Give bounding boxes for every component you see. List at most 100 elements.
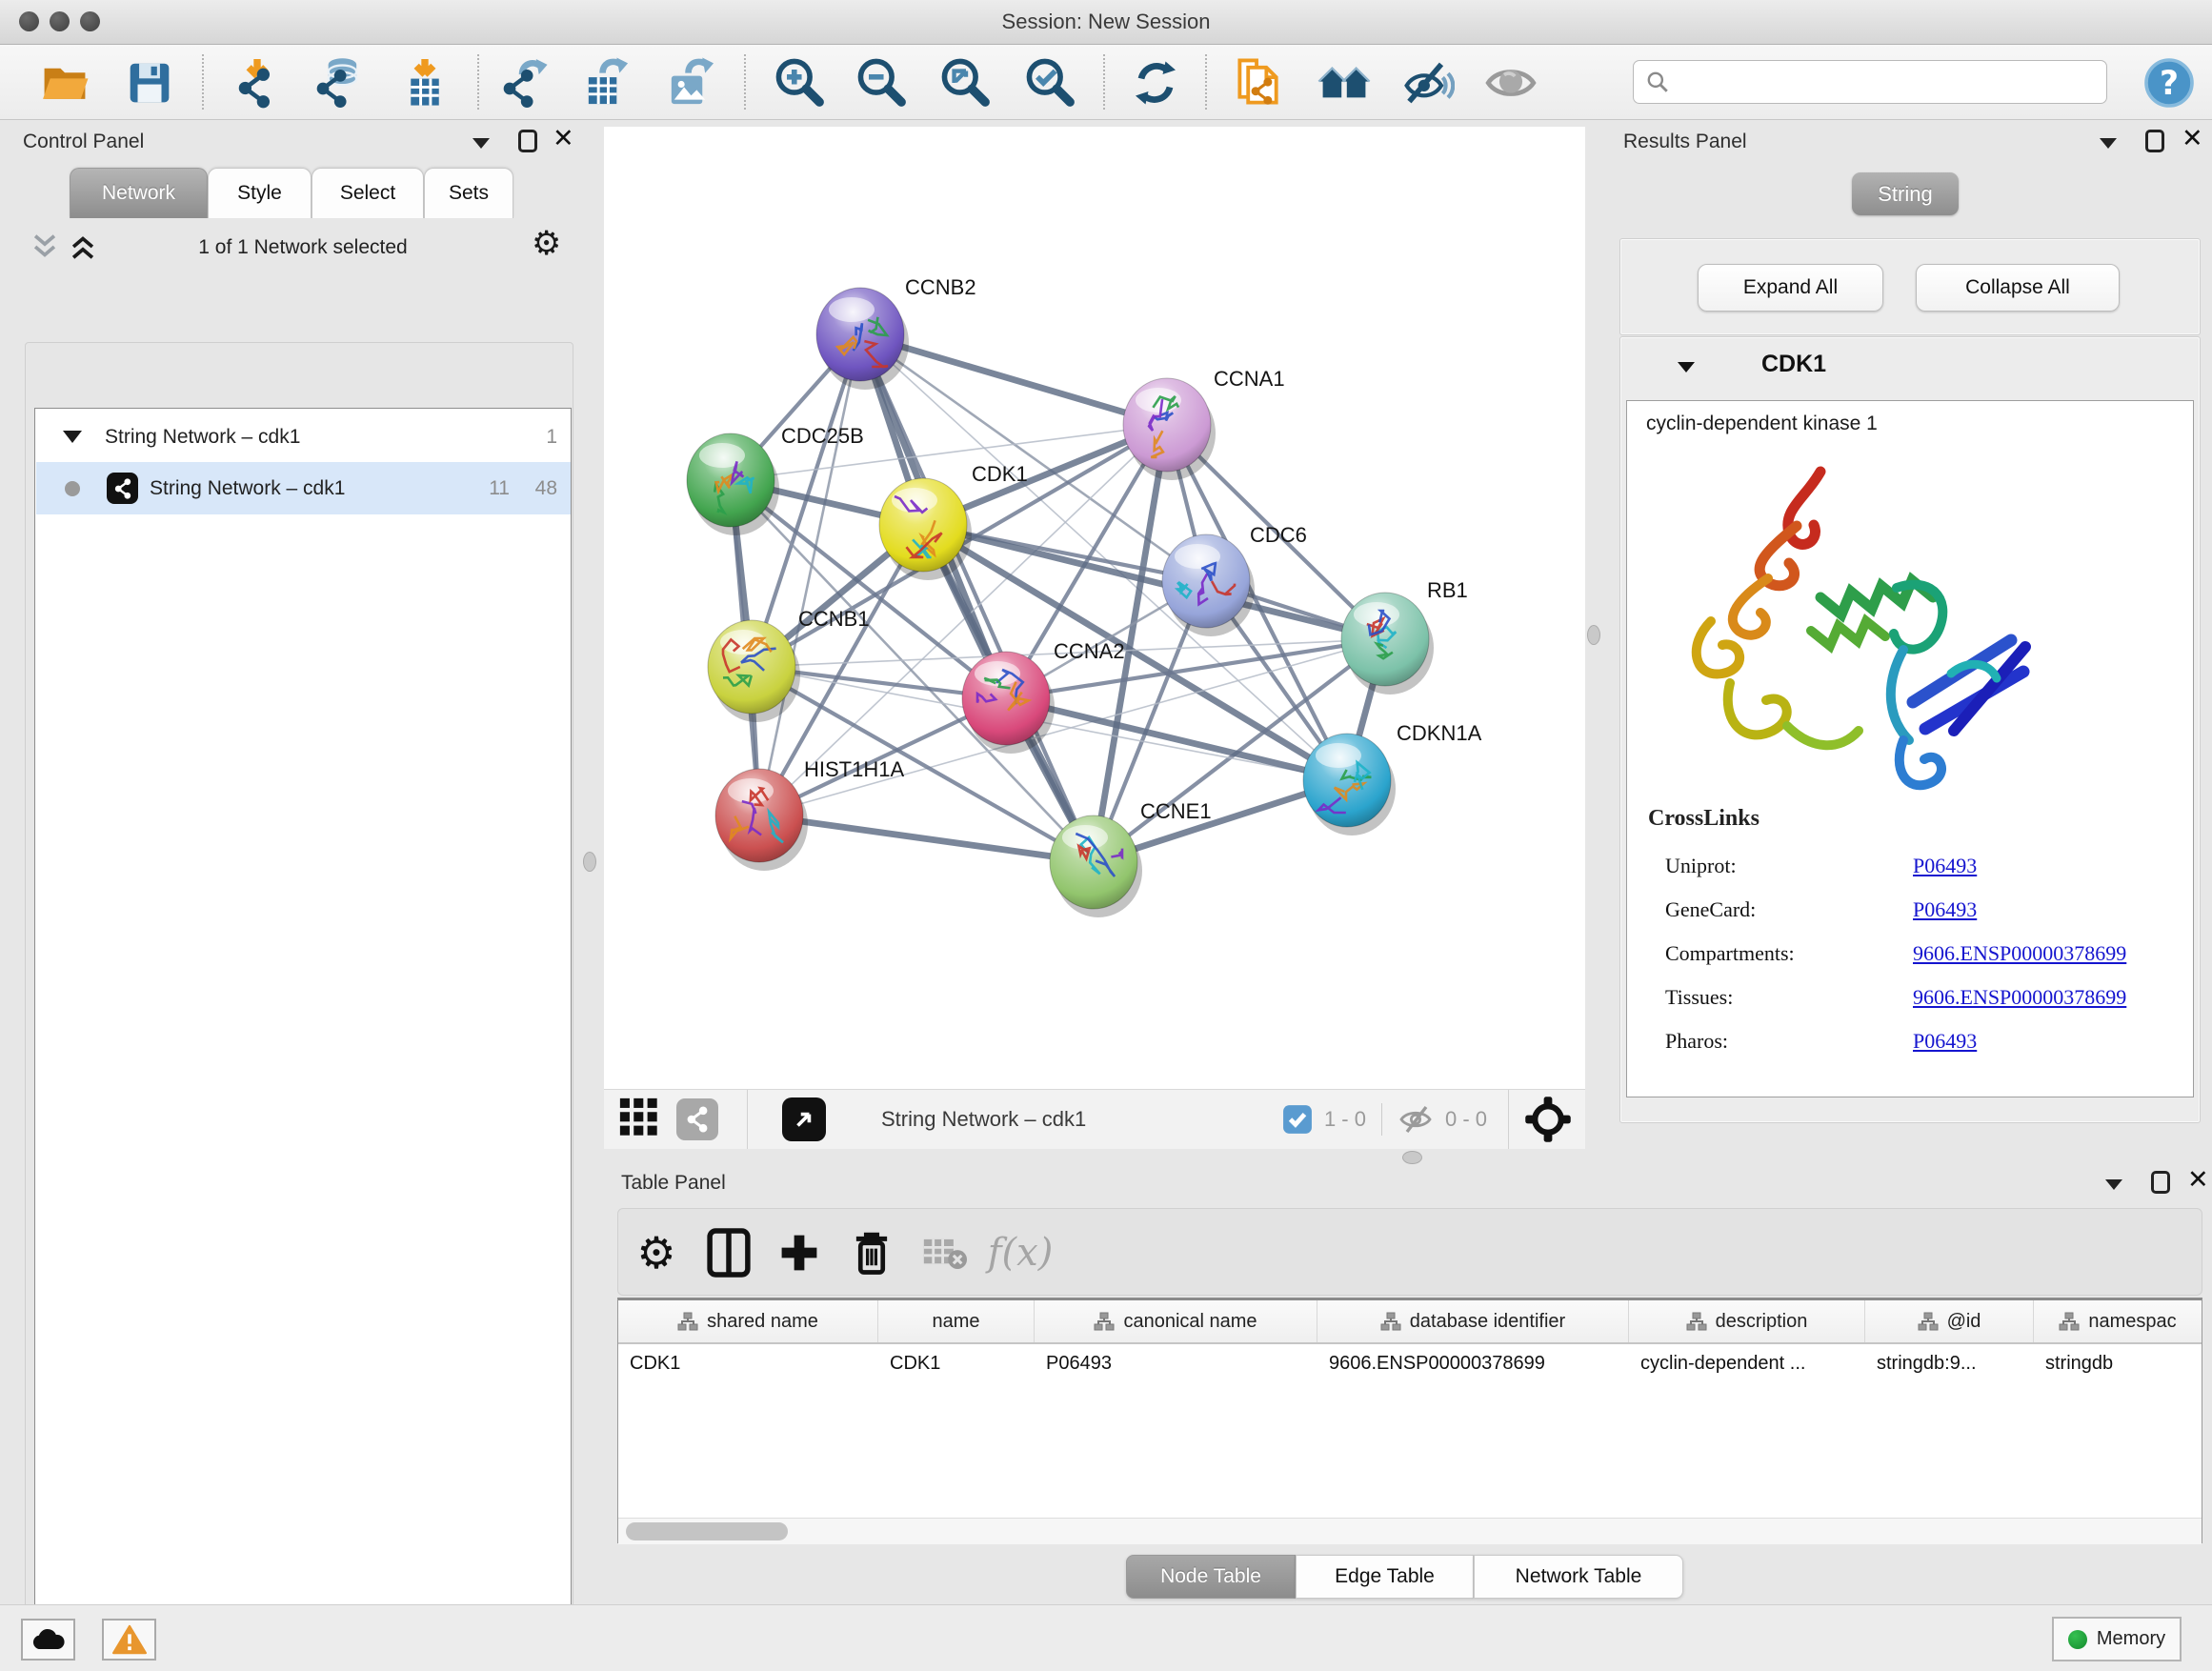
- warning-button[interactable]: [102, 1619, 156, 1661]
- pharos-link[interactable]: P06493: [1913, 1029, 1977, 1054]
- table-panel-close-icon[interactable]: ✕: [2187, 1169, 2209, 1192]
- shared-column-icon: [2059, 1311, 2080, 1332]
- birds-eye-view-icon[interactable]: [1524, 1096, 1572, 1143]
- collection-expand-icon[interactable]: [63, 431, 82, 443]
- table-horizontal-scrollbar[interactable]: [618, 1518, 2202, 1544]
- node-CDC25B[interactable]: [687, 433, 779, 535]
- collapse-all-button[interactable]: Collapse All: [1916, 264, 2120, 312]
- network-canvas[interactable]: CCNB2CCNA1CDC25BCDK1CDC6RB1CCNB1CCNA2CDK…: [604, 127, 1585, 1089]
- export-table-icon[interactable]: [579, 55, 634, 111]
- tab-network-table[interactable]: Network Table: [1474, 1555, 1683, 1599]
- column-header-namespace[interactable]: namespac: [2034, 1300, 2202, 1342]
- column-header-shared-name[interactable]: shared name: [618, 1300, 878, 1342]
- node-RB1[interactable]: [1341, 593, 1434, 695]
- fit-content-icon[interactable]: [938, 55, 994, 111]
- node-CDKN1A[interactable]: [1303, 734, 1396, 836]
- show-all-icon[interactable]: [1483, 55, 1538, 111]
- zoom-out-icon[interactable]: [855, 55, 910, 111]
- column-header-canonical-name[interactable]: canonical name: [1035, 1300, 1317, 1342]
- import-table-file-icon[interactable]: [397, 55, 452, 111]
- cell-description: cyclin-dependent ...: [1629, 1344, 1865, 1382]
- results-panel-collapse-icon[interactable]: [2100, 138, 2117, 149]
- tab-sets[interactable]: Sets: [424, 168, 513, 218]
- column-header-id[interactable]: @id: [1865, 1300, 2034, 1342]
- cloud-button[interactable]: [21, 1619, 75, 1661]
- export-network-icon[interactable]: [497, 55, 553, 111]
- control-panel-close-icon[interactable]: ✕: [553, 128, 574, 151]
- tab-style[interactable]: Style: [208, 168, 312, 218]
- network-collection-row[interactable]: String Network – cdk1 1: [36, 411, 571, 463]
- tab-select[interactable]: Select: [312, 168, 424, 218]
- collapse-all-networks-icon[interactable]: [29, 231, 63, 265]
- control-panel: Control Panel ✕ Network Style Select Set…: [8, 124, 573, 1583]
- string-network-icon: [107, 473, 138, 504]
- column-header-database-identifier[interactable]: database identifier: [1317, 1300, 1629, 1342]
- left-splitter-handle[interactable]: [583, 852, 596, 872]
- node-CDC6[interactable]: [1162, 534, 1255, 636]
- network-row[interactable]: String Network – cdk1 11 48: [36, 462, 571, 514]
- network-home-icon[interactable]: [1317, 55, 1372, 111]
- export-image-icon[interactable]: [662, 55, 717, 111]
- compartments-link[interactable]: 9606.ENSP00000378699: [1913, 941, 2126, 966]
- string-import-icon[interactable]: [1232, 55, 1287, 111]
- table-options-icon[interactable]: ⚙: [626, 1222, 687, 1283]
- genecard-link[interactable]: P06493: [1913, 897, 1977, 922]
- uniprot-link[interactable]: P06493: [1913, 854, 1977, 878]
- help-icon[interactable]: ?: [2142, 55, 2197, 111]
- grid-view-icon[interactable]: [617, 1096, 661, 1144]
- network-panel-options-icon[interactable]: ⚙: [532, 225, 561, 263]
- refresh-icon[interactable]: [1128, 55, 1183, 111]
- tissues-link[interactable]: 9606.ENSP00000378699: [1913, 985, 2126, 1010]
- expand-all-button[interactable]: Expand All: [1698, 264, 1883, 312]
- tab-node-table[interactable]: Node Table: [1126, 1555, 1296, 1599]
- show-columns-icon[interactable]: [698, 1222, 759, 1283]
- shared-column-icon: [1686, 1311, 1707, 1332]
- node-CDK1[interactable]: [879, 478, 972, 580]
- right-splitter-handle[interactable]: [1587, 625, 1600, 645]
- results-panel-float-icon[interactable]: [2145, 130, 2164, 152]
- network-thumbnail-icon[interactable]: [676, 1098, 718, 1140]
- control-panel-float-icon[interactable]: [518, 130, 537, 152]
- zoom-selected-icon[interactable]: [1023, 55, 1078, 111]
- scrollbar-thumb[interactable]: [626, 1522, 788, 1540]
- toolbar-separator: [744, 54, 746, 110]
- table-panel-float-icon[interactable]: [2151, 1171, 2170, 1194]
- node-CCNA1[interactable]: [1123, 378, 1216, 480]
- node-CCNB2[interactable]: [816, 288, 909, 390]
- delete-column-icon[interactable]: [841, 1222, 902, 1283]
- node-CCNE1[interactable]: [1050, 815, 1142, 917]
- edge-CCNB2-CCNE1[interactable]: [860, 334, 1094, 862]
- table-panel-collapse-icon[interactable]: [2105, 1179, 2122, 1190]
- add-column-icon[interactable]: [769, 1222, 830, 1283]
- node-label-CDC6: CDC6: [1250, 523, 1307, 547]
- tab-edge-table[interactable]: Edge Table: [1296, 1555, 1474, 1599]
- zoom-in-icon[interactable]: [773, 55, 828, 111]
- edge-CCNB2-HIST1H1A[interactable]: [759, 334, 860, 815]
- crosslink-row: GeneCard: P06493: [1665, 888, 2180, 932]
- import-network-database-icon[interactable]: [311, 55, 366, 111]
- import-network-file-icon[interactable]: [230, 55, 285, 111]
- table-header: shared name name canonical name database…: [618, 1300, 2202, 1344]
- column-header-description[interactable]: description: [1629, 1300, 1865, 1342]
- detach-view-icon[interactable]: [782, 1097, 826, 1141]
- hide-selected-icon[interactable]: [1400, 55, 1456, 111]
- column-header-name[interactable]: name: [878, 1300, 1035, 1342]
- results-panel-close-icon[interactable]: ✕: [2182, 128, 2203, 151]
- edge-HIST1H1A-CCNE1[interactable]: [759, 815, 1094, 862]
- gene-collapse-icon[interactable]: [1678, 362, 1695, 372]
- tab-string[interactable]: String: [1852, 172, 1959, 215]
- node-HIST1H1A[interactable]: [715, 769, 808, 871]
- tab-network[interactable]: Network: [70, 168, 208, 218]
- edge-CDK1-RB1[interactable]: [923, 525, 1385, 639]
- search-input[interactable]: [1670, 70, 2106, 94]
- open-session-icon[interactable]: [37, 55, 92, 111]
- save-session-icon[interactable]: [122, 55, 177, 111]
- crosslink-row: Tissues: 9606.ENSP00000378699: [1665, 976, 2180, 1019]
- expand-all-networks-icon[interactable]: [67, 231, 101, 265]
- memory-button[interactable]: Memory: [2052, 1617, 2182, 1661]
- cell-database-identifier: 9606.ENSP00000378699: [1317, 1344, 1629, 1382]
- bottom-splitter-handle[interactable]: [1402, 1151, 1422, 1164]
- selected-checkbox-icon[interactable]: [1282, 1104, 1313, 1135]
- control-panel-collapse-icon[interactable]: [473, 138, 490, 149]
- search-box[interactable]: [1633, 60, 2107, 104]
